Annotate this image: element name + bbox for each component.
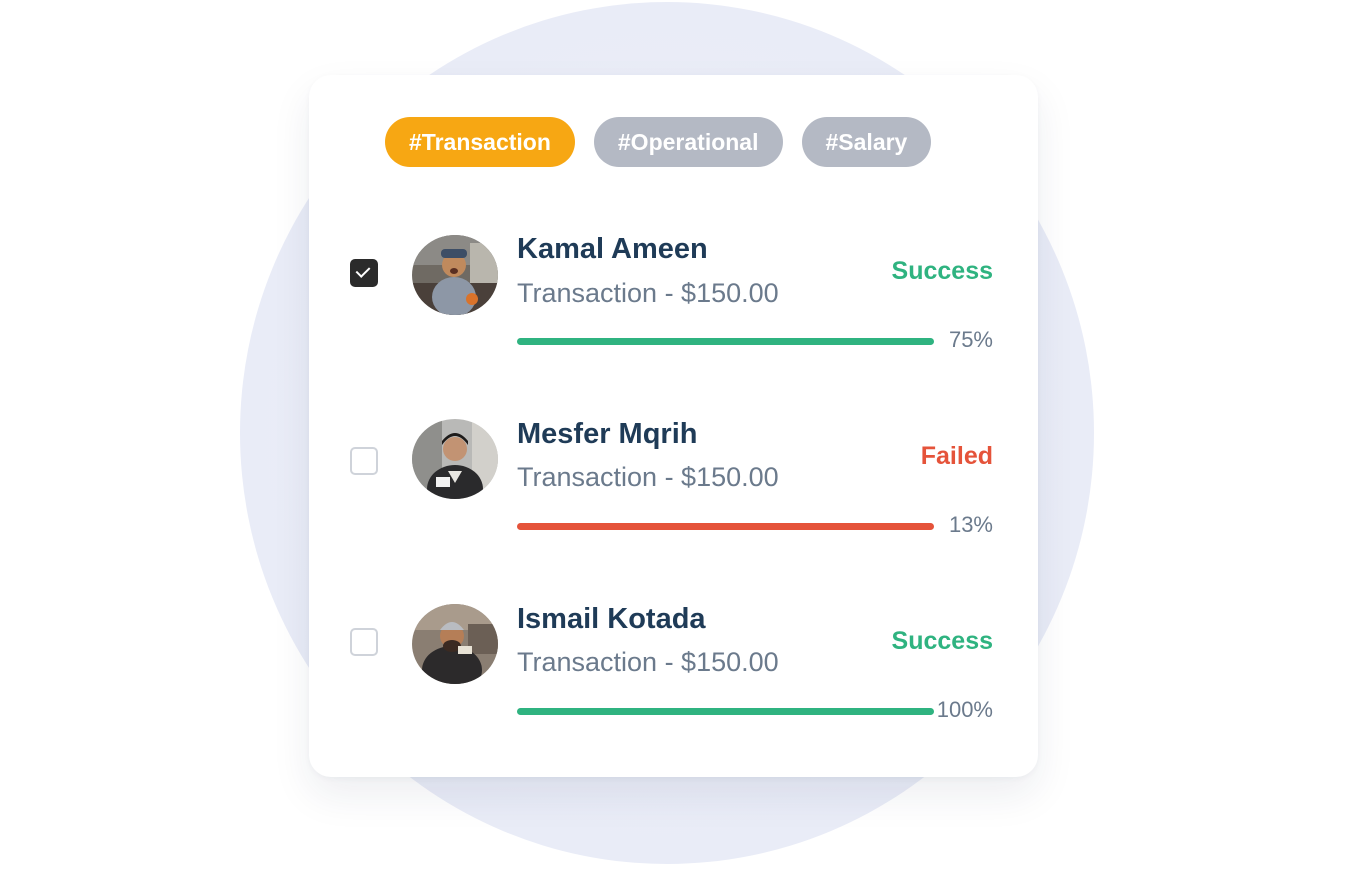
status-badge: Failed	[920, 442, 993, 470]
avatar-image	[412, 419, 498, 499]
progress-fill	[517, 708, 934, 715]
progress-fill	[517, 338, 934, 345]
status-badge: Success	[891, 257, 993, 285]
transaction-description: Transaction - $150.00	[517, 278, 779, 308]
avatar-image	[412, 604, 498, 684]
row-checkbox[interactable]	[350, 447, 378, 475]
person-name: Kamal Ameen	[517, 233, 708, 265]
avatar-image	[412, 235, 498, 315]
avatar	[412, 604, 498, 684]
transaction-row[interactable]: Mesfer Mqrih Transaction - $150.00 Faile…	[309, 418, 1038, 558]
transactions-card: #Transaction #Operational #Salary Kamal …	[309, 75, 1038, 777]
tag-salary[interactable]: #Salary	[801, 117, 932, 167]
progress-label: 13%	[948, 512, 993, 537]
avatar	[412, 235, 498, 315]
avatar	[412, 419, 498, 499]
transaction-row[interactable]: Ismail Kotada Transaction - $150.00 Succ…	[309, 603, 1038, 743]
progress-bar	[517, 338, 934, 345]
row-checkbox[interactable]	[350, 259, 378, 287]
transaction-description: Transaction - $150.00	[517, 462, 779, 492]
status-badge: Success	[891, 627, 993, 655]
tag-filter-bar: #Transaction #Operational #Salary	[385, 117, 932, 167]
progress-bar	[517, 708, 934, 715]
person-name: Ismail Kotada	[517, 603, 706, 635]
row-checkbox[interactable]	[350, 628, 378, 656]
tag-operational[interactable]: #Operational	[593, 117, 783, 167]
progress-fill	[517, 523, 934, 530]
transaction-row[interactable]: Kamal Ameen Transaction - $150.00 Succes…	[309, 233, 1038, 373]
transaction-description: Transaction - $150.00	[517, 647, 779, 677]
progress-bar	[517, 523, 934, 530]
progress-label: 75%	[948, 327, 993, 352]
checkmark-icon	[355, 263, 371, 278]
tag-transaction[interactable]: #Transaction	[385, 117, 575, 167]
person-name: Mesfer Mqrih	[517, 418, 698, 450]
progress-label: 100%	[936, 697, 993, 722]
